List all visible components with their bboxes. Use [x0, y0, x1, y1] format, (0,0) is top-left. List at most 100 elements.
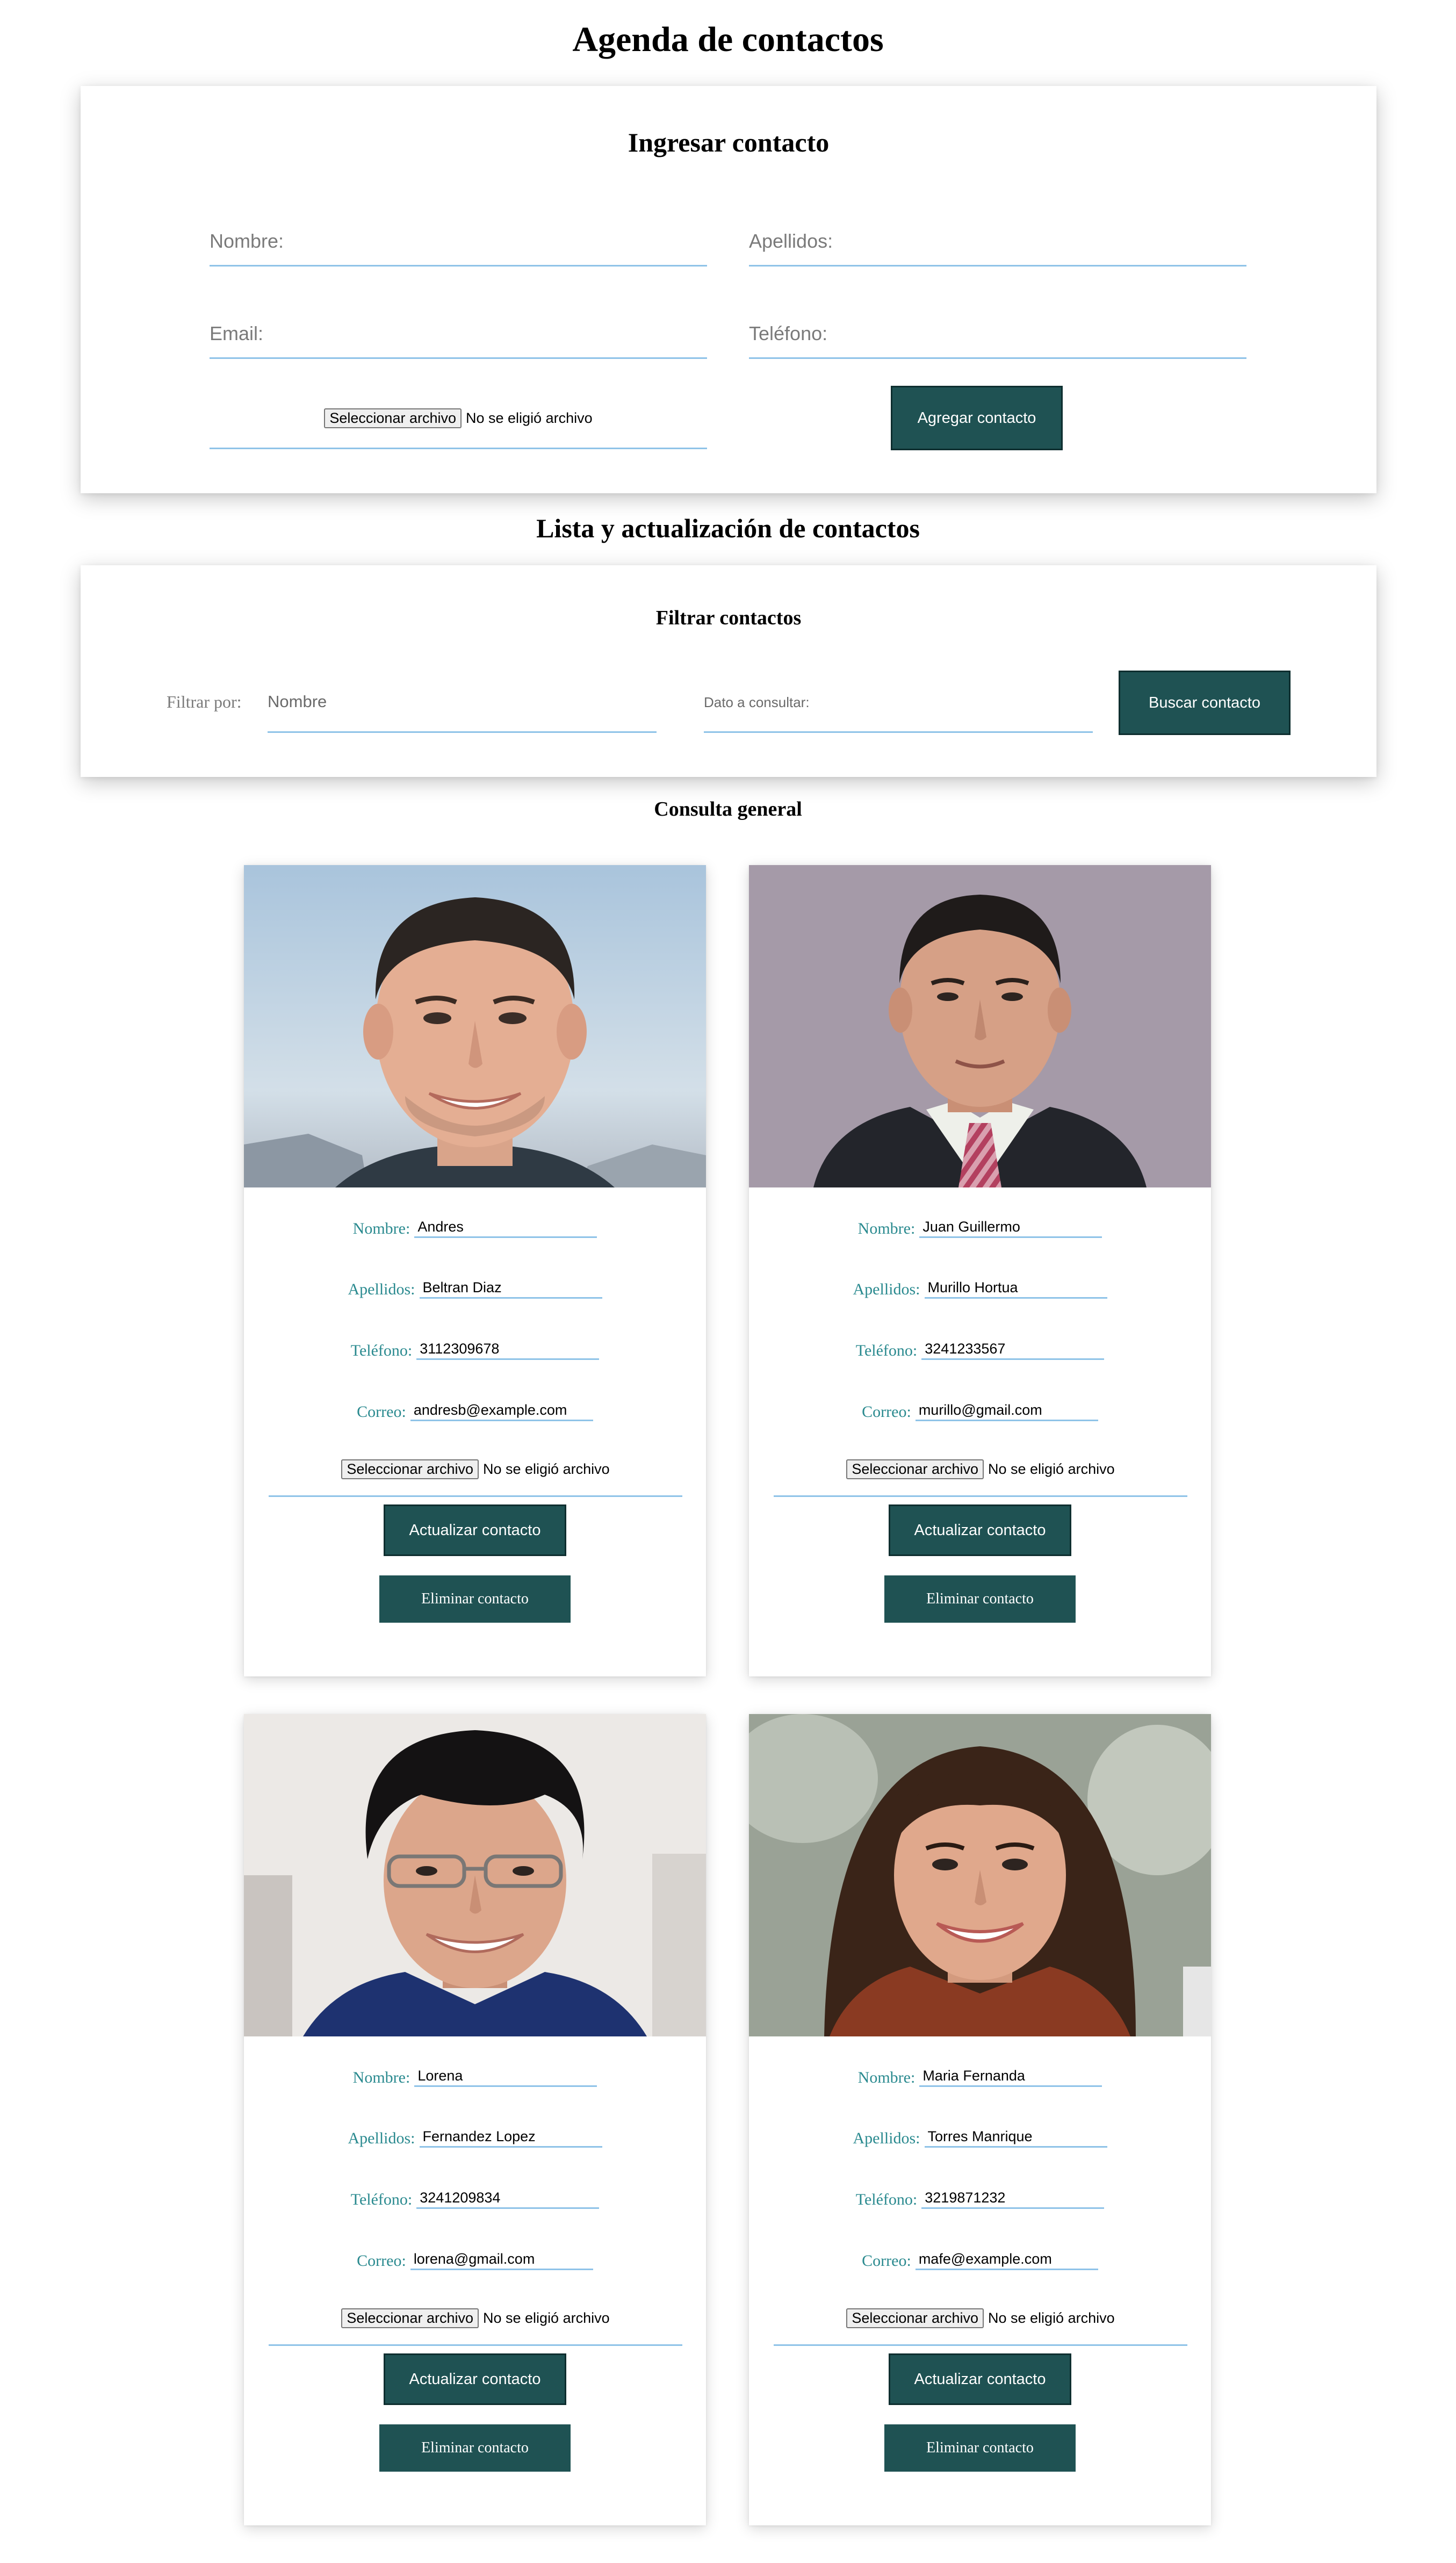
- correo-input[interactable]: mafe@example.com: [915, 2249, 1098, 2270]
- contact-photo: [244, 865, 706, 1187]
- apellidos-input[interactable]: Murillo Hortua: [924, 1278, 1107, 1299]
- query-placeholder: Dato a consultar:: [704, 694, 810, 710]
- correo-label: Correo:: [862, 1403, 911, 1421]
- apellidos-label: Apellidos:: [853, 2129, 920, 2147]
- telefono-input[interactable]: 3241233567: [921, 1339, 1105, 1360]
- update-contact-button[interactable]: Actualizar contacto: [889, 1504, 1071, 1556]
- telefono-input[interactable]: 3219871232: [921, 2188, 1105, 2209]
- apellidos-input[interactable]: Fernandez Lopez: [419, 2127, 602, 2148]
- update-contact-button[interactable]: Actualizar contacto: [384, 1504, 566, 1556]
- file-status: No se eligió archivo: [988, 1461, 1115, 1477]
- telefono-label: Teléfono:: [350, 2191, 413, 2208]
- apellidos-field[interactable]: Apellidos:: [749, 215, 1246, 267]
- nombre-label: Nombre:: [857, 2069, 916, 2086]
- file-status: No se eligió archivo: [466, 410, 593, 426]
- apellidos-label: Apellidos:: [348, 1280, 415, 1298]
- contact-photo: [244, 1714, 706, 2036]
- telefono-placeholder: Teléfono:: [749, 322, 828, 344]
- telefono-label: Teléfono:: [855, 2191, 918, 2208]
- contact-card: Nombre: Andres Apellidos: Beltran Diaz Tel…: [244, 865, 706, 1676]
- list-section-title: Lista y actualización de contactos: [536, 513, 920, 543]
- nombre-label: Nombre:: [352, 2069, 410, 2086]
- telefono-input[interactable]: 3241209834: [416, 2188, 600, 2209]
- choose-file-button[interactable]: Seleccionar archivo: [341, 2308, 479, 2328]
- delete-contact-button[interactable]: Eliminar contacto: [379, 2424, 571, 2472]
- add-contact-panel: Ingresar contacto Nombre: Apellidos: Ema…: [81, 86, 1376, 493]
- choose-file-button[interactable]: Seleccionar archivo: [341, 1459, 479, 1479]
- update-contact-button[interactable]: Actualizar contacto: [384, 2353, 566, 2405]
- add-contact-button[interactable]: Agregar contacto: [891, 386, 1063, 450]
- telefono-row: Teléfono: 3112309678: [244, 1339, 706, 1371]
- delete-contact-button[interactable]: Eliminar contacto: [379, 1575, 571, 1623]
- nombre-input[interactable]: Andres: [414, 1217, 597, 1238]
- photo-file-input[interactable]: Seleccionar archivo No se eligió archivo: [774, 2308, 1187, 2346]
- correo-label: Correo:: [357, 1403, 406, 1421]
- page-title: Agenda de contactos: [572, 20, 884, 59]
- add-contact-title: Ingresar contacto: [628, 127, 830, 157]
- apellidos-label: Apellidos:: [853, 1280, 920, 1298]
- nombre-placeholder: Nombre:: [210, 230, 284, 252]
- filter-title: Filtrar contactos: [655, 607, 802, 629]
- contact-card: Nombre: Juan Guillermo Apellidos: Murillo …: [749, 865, 1211, 1676]
- correo-row: Correo: mafe@example.com: [749, 2249, 1211, 2281]
- delete-contact-button[interactable]: Eliminar contacto: [884, 1575, 1076, 1623]
- nombre-input[interactable]: Juan Guillermo: [919, 1217, 1102, 1238]
- contact-photo: [749, 865, 1211, 1187]
- nombre-row: Nombre: Juan Guillermo: [749, 1217, 1211, 1249]
- telefono-row: Teléfono: 3241233567: [749, 1339, 1211, 1371]
- choose-file-button[interactable]: Seleccionar archivo: [846, 1459, 984, 1479]
- general-title: Consulta general: [654, 798, 802, 820]
- correo-label: Correo:: [862, 2252, 911, 2270]
- nombre-label: Nombre:: [857, 1220, 916, 1237]
- correo-row: Correo: andresb@example.com: [244, 1400, 706, 1432]
- photo-file-input[interactable]: Seleccionar archivo No se eligió archivo: [269, 2308, 682, 2346]
- search-contact-button[interactable]: Buscar contacto: [1119, 671, 1291, 735]
- apellidos-placeholder: Apellidos:: [749, 230, 833, 252]
- choose-file-button[interactable]: Seleccionar archivo: [846, 2308, 984, 2328]
- contact-photo: [749, 1714, 1211, 2036]
- correo-input[interactable]: andresb@example.com: [410, 1400, 593, 1421]
- apellidos-input[interactable]: Beltran Diaz: [419, 1278, 602, 1299]
- query-input[interactable]: Dato a consultar:: [704, 676, 1093, 733]
- telefono-label: Teléfono:: [350, 1342, 413, 1359]
- nombre-row: Nombre: Maria Fernanda: [749, 2066, 1211, 2098]
- email-placeholder: Email:: [210, 322, 264, 344]
- file-status: No se eligió archivo: [483, 2310, 610, 2326]
- apellidos-input[interactable]: Torres Manrique: [924, 2127, 1107, 2148]
- nombre-row: Nombre: Andres: [244, 1217, 706, 1249]
- apellidos-row: Apellidos: Fernandez Lopez: [244, 2127, 706, 2159]
- nombre-label: Nombre:: [352, 1220, 410, 1237]
- file-status: No se eligió archivo: [988, 2310, 1115, 2326]
- filter-by-select[interactable]: Nombre: [268, 676, 657, 733]
- telefono-field[interactable]: Teléfono:: [749, 307, 1246, 359]
- correo-row: Correo: murillo@gmail.com: [749, 1400, 1211, 1432]
- nombre-field[interactable]: Nombre:: [210, 215, 707, 267]
- nombre-row: Nombre: Lorena: [244, 2066, 706, 2098]
- choose-file-button[interactable]: Seleccionar archivo: [324, 408, 462, 428]
- telefono-row: Teléfono: 3219871232: [749, 2188, 1211, 2220]
- filter-select-value: Nombre: [268, 692, 327, 711]
- telefono-label: Teléfono:: [855, 1342, 918, 1359]
- contact-card: Nombre: Maria Fernanda Apellidos: Torres M…: [749, 1714, 1211, 2525]
- apellidos-row: Apellidos: Torres Manrique: [749, 2127, 1211, 2159]
- filter-panel: Filtrar contactos Filtrar por: Nombre Da…: [81, 565, 1376, 777]
- correo-label: Correo:: [357, 2252, 406, 2270]
- photo-file-input[interactable]: Seleccionar archivo No se eligió archivo: [269, 1459, 682, 1497]
- correo-input[interactable]: lorena@gmail.com: [410, 2249, 593, 2270]
- apellidos-label: Apellidos:: [348, 2129, 415, 2147]
- delete-contact-button[interactable]: Eliminar contacto: [884, 2424, 1076, 2472]
- telefono-input[interactable]: 3112309678: [416, 1339, 600, 1360]
- correo-input[interactable]: murillo@gmail.com: [915, 1400, 1098, 1421]
- nombre-input[interactable]: Maria Fernanda: [919, 2066, 1102, 2087]
- apellidos-row: Apellidos: Murillo Hortua: [749, 1278, 1211, 1310]
- apellidos-row: Apellidos: Beltran Diaz: [244, 1278, 706, 1310]
- contact-card: Nombre: Lorena Apellidos: Fernandez Lopez …: [244, 1714, 706, 2525]
- photo-file-input[interactable]: Seleccionar archivo No se eligió archivo: [210, 407, 707, 449]
- update-contact-button[interactable]: Actualizar contacto: [889, 2353, 1071, 2405]
- nombre-input[interactable]: Lorena: [414, 2066, 597, 2087]
- file-status: No se eligió archivo: [483, 1461, 610, 1477]
- correo-row: Correo: lorena@gmail.com: [244, 2249, 706, 2281]
- email-field[interactable]: Email:: [210, 307, 707, 359]
- photo-file-input[interactable]: Seleccionar archivo No se eligió archivo: [774, 1459, 1187, 1497]
- telefono-row: Teléfono: 3241209834: [244, 2188, 706, 2220]
